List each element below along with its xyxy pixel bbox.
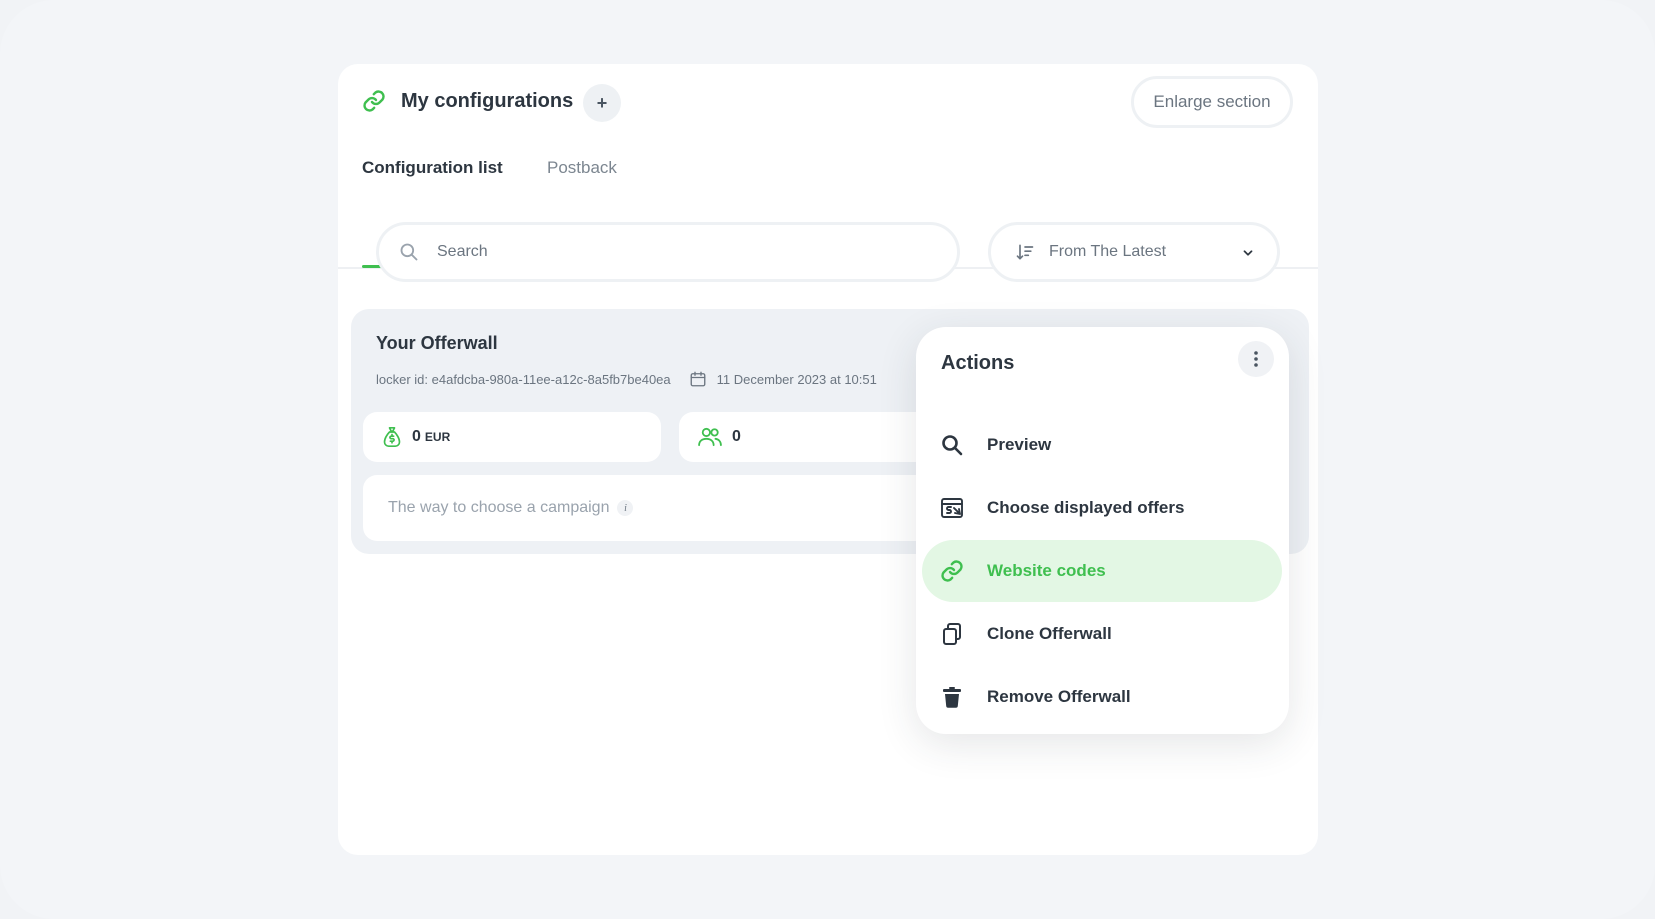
tab-configuration-list[interactable]: Configuration list — [362, 156, 503, 180]
search-icon — [400, 243, 418, 261]
created-date: 11 December 2023 at 10:51 — [716, 371, 877, 387]
locker-id: locker id: e4afdcba-980a-11ee-a12c-8a5fb… — [376, 371, 671, 387]
sort-dropdown[interactable]: From The Latest — [988, 222, 1280, 282]
chevron-down-icon — [1243, 250, 1253, 256]
more-options-button[interactable] — [1238, 341, 1274, 377]
users-value: 0 — [732, 428, 741, 445]
actions-menu: Actions Preview Choose displayed offers … — [916, 327, 1289, 734]
offers-icon — [941, 498, 963, 518]
kebab-menu-icon — [1254, 351, 1258, 367]
calendar-icon — [690, 371, 706, 387]
info-icon[interactable]: i — [617, 500, 634, 516]
menu-item-label: Remove Offerwall — [987, 687, 1131, 706]
sort-icon — [1016, 244, 1034, 260]
enlarge-section-button[interactable]: Enlarge section — [1131, 76, 1293, 128]
menu-item-label: Website codes — [987, 561, 1106, 580]
link-icon — [941, 560, 963, 582]
revenue-amount: 0 — [412, 428, 421, 445]
users-icon — [698, 427, 722, 447]
actions-menu-title: Actions — [941, 352, 1015, 374]
menu-item-label: Clone Offerwall — [987, 624, 1112, 643]
menu-item-label: Choose displayed offers — [987, 498, 1185, 517]
menu-item-choose-offers[interactable]: Choose displayed offers — [922, 477, 1282, 539]
menu-item-clone[interactable]: Clone Offerwall — [922, 603, 1282, 665]
revenue-unit: EUR — [424, 430, 451, 444]
search-field[interactable] — [376, 222, 960, 282]
menu-item-website-codes[interactable]: Website codes — [922, 540, 1282, 602]
offerwall-meta: locker id: e4afdcba-980a-11ee-a12c-8a5fb… — [376, 370, 877, 388]
trash-icon — [943, 687, 961, 708]
menu-item-preview[interactable]: Preview — [922, 414, 1282, 476]
tab-postback[interactable]: Postback — [547, 156, 617, 180]
search-icon — [942, 435, 963, 456]
revenue-value: 0 EUR — [412, 428, 450, 446]
offerwall-title: Your Offerwall — [376, 333, 498, 353]
campaign-label: The way to choose a campaign — [388, 499, 610, 516]
copy-icon — [943, 623, 961, 645]
add-configuration-button[interactable]: + — [583, 84, 621, 122]
menu-item-label: Preview — [987, 435, 1052, 454]
menu-item-remove[interactable]: Remove Offerwall — [922, 666, 1282, 728]
revenue-stat: 0 EUR — [363, 412, 661, 462]
link-icon — [363, 90, 385, 112]
sort-selected-value: From The Latest — [1049, 243, 1167, 260]
money-bag-icon — [383, 427, 401, 447]
page-title: My configurations — [401, 90, 574, 112]
search-input[interactable] — [437, 243, 917, 261]
